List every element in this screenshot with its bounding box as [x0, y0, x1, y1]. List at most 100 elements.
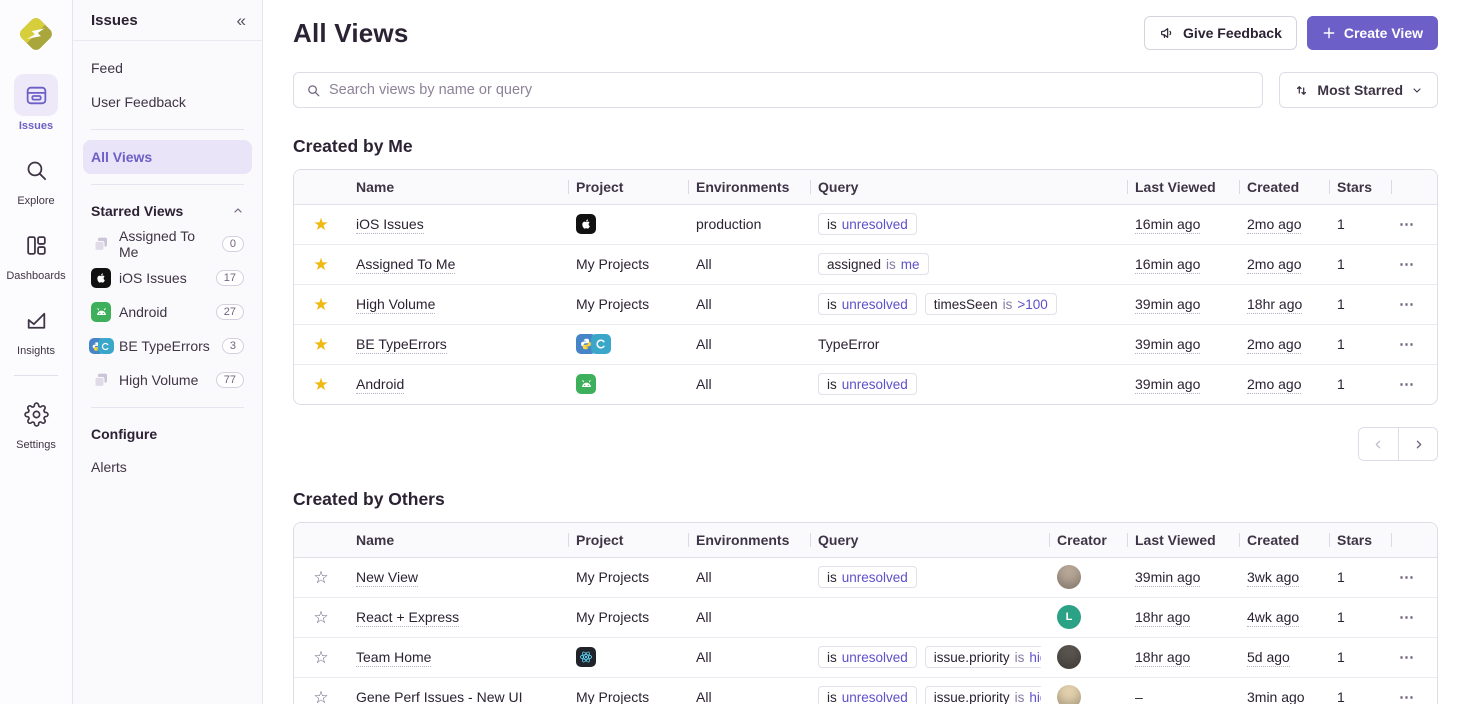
creator-avatar [1057, 685, 1081, 704]
view-name-link[interactable]: Gene Perf Issues - New UI [356, 689, 523, 704]
created-value: 18hr ago [1247, 296, 1302, 314]
sidebar-body: Feed User Feedback All Views Starred View… [73, 41, 262, 484]
query-token: is [827, 690, 837, 704]
star-toggle[interactable]: ★ [313, 295, 328, 314]
name-cell: React + Express [348, 597, 568, 637]
row-actions-button[interactable]: ⋯ [1399, 337, 1416, 352]
sort-dropdown[interactable]: Most Starred [1279, 72, 1438, 108]
view-name-link[interactable]: React + Express [356, 609, 459, 627]
name-cell: High Volume [348, 284, 568, 324]
query-cell: isunresolvedtimesSeenis>100 [810, 284, 1127, 324]
environments-cell: All [688, 324, 810, 364]
sidebar-item-feed[interactable]: Feed [83, 51, 252, 85]
query-token: unresolved [842, 570, 908, 585]
star-toggle[interactable]: ★ [313, 215, 328, 234]
page-header: All Views Give Feedback Create View [293, 16, 1438, 50]
stars-cell: 1 [1329, 597, 1391, 637]
sidebar-title: Issues [91, 12, 138, 29]
row-actions-button[interactable]: ⋯ [1399, 610, 1416, 625]
view-row: ★iOS Issuesproductionisunresolved16min a… [294, 204, 1437, 244]
starred-view-high-volume[interactable]: High Volume77 [83, 363, 252, 397]
view-name-link[interactable]: New View [356, 569, 418, 587]
apple-project-icon [91, 268, 111, 288]
starred-view-ios-issues[interactable]: iOS Issues17 [83, 261, 252, 295]
give-feedback-button[interactable]: Give Feedback [1144, 16, 1297, 50]
rail-item-explore[interactable]: Explore [4, 149, 68, 207]
starred-view-assigned-to-me[interactable]: Assigned To Me0 [83, 227, 252, 261]
view-name-link[interactable]: Assigned To Me [356, 256, 455, 274]
view-name-link[interactable]: Android [356, 376, 404, 394]
create-view-button[interactable]: Create View [1307, 16, 1438, 50]
stars-cell: 1 [1329, 284, 1391, 324]
last-viewed-value: 18hr ago [1135, 609, 1190, 627]
rail-items: Issues Explore Dashboards Insights [4, 57, 68, 357]
project-cell [568, 637, 688, 677]
column-header-stars: Stars [1329, 523, 1391, 557]
sidebar-item-label: Feed [91, 60, 123, 76]
sidebar-item-all-views[interactable]: All Views [83, 140, 252, 174]
created-cell: 18hr ago [1239, 284, 1329, 324]
rail-item-settings[interactable]: Settings [4, 393, 68, 451]
query-cell: assignedisme [810, 244, 1127, 284]
rail-item-dashboards[interactable]: Dashboards [4, 224, 68, 282]
collapse-sidebar-button[interactable]: « [235, 10, 248, 31]
star-toggle[interactable]: ☆ [313, 648, 328, 667]
view-name-link[interactable]: BE TypeErrors [356, 336, 447, 354]
sidebar-header: Issues « [73, 0, 262, 41]
stars-cell: 1 [1329, 244, 1391, 284]
view-name-link[interactable]: Team Home [356, 649, 431, 667]
query-token: issue.priority [934, 690, 1010, 704]
row-actions-button[interactable]: ⋯ [1399, 377, 1416, 392]
last-viewed-cell: 18hr ago [1127, 597, 1239, 637]
rail-item-issues[interactable]: Issues [4, 74, 68, 132]
android-project-icon [576, 374, 596, 394]
last-viewed-value: 16min ago [1135, 216, 1200, 234]
star-toggle[interactable]: ☆ [313, 608, 328, 627]
view-name-link[interactable]: High Volume [356, 296, 435, 314]
query-cell: isunresolved [810, 204, 1127, 244]
query-token: is [827, 377, 837, 392]
sidebar-item-alerts[interactable]: Alerts [83, 450, 252, 484]
starred-view-android[interactable]: Android27 [83, 295, 252, 329]
sidebar-item-user-feedback[interactable]: User Feedback [83, 85, 252, 119]
sentry-logo[interactable] [13, 11, 59, 57]
row-actions-button[interactable]: ⋯ [1399, 217, 1416, 232]
stars-cell: 1 [1329, 204, 1391, 244]
row-actions-button[interactable]: ⋯ [1399, 257, 1416, 272]
project-cell: My Projects [568, 557, 688, 597]
header-actions: Give Feedback Create View [1144, 16, 1438, 50]
row-actions-button[interactable]: ⋯ [1399, 570, 1416, 585]
last-viewed-cell: 39min ago [1127, 284, 1239, 324]
star-toggle[interactable]: ☆ [313, 568, 328, 587]
created-value: 2mo ago [1247, 256, 1301, 274]
row-actions-button[interactable]: ⋯ [1399, 297, 1416, 312]
last-viewed-cell: 39min ago [1127, 324, 1239, 364]
issues-icon [14, 74, 58, 116]
chevron-up-icon [232, 205, 244, 217]
rail-item-insights[interactable]: Insights [4, 299, 68, 357]
star-toggle[interactable]: ★ [313, 255, 328, 274]
plus-icon [1322, 26, 1336, 40]
last-viewed-cell: 16min ago [1127, 204, 1239, 244]
creator-avatar [1057, 565, 1081, 589]
star-toggle[interactable]: ★ [313, 335, 328, 354]
row-actions-button[interactable]: ⋯ [1399, 650, 1416, 665]
project-label: My Projects [576, 256, 649, 272]
starred-view-be-typeerrors[interactable]: BE TypeErrors3 [83, 329, 252, 363]
python-pair-icon [91, 336, 111, 356]
views-table: NameProjectEnvironmentsQueryCreatorLast … [294, 523, 1437, 704]
created-cell: 2mo ago [1239, 324, 1329, 364]
previous-page-button[interactable] [1359, 428, 1398, 460]
row-actions-button[interactable]: ⋯ [1399, 690, 1416, 704]
star-toggle[interactable]: ☆ [313, 688, 328, 704]
last-viewed-value: 18hr ago [1135, 649, 1190, 667]
next-page-button[interactable] [1398, 428, 1437, 460]
query-cell: isunresolved [810, 364, 1127, 404]
star-column-header [294, 523, 348, 557]
view-name-link[interactable]: iOS Issues [356, 216, 424, 234]
star-toggle[interactable]: ★ [313, 375, 328, 394]
query-chip: issue.priorityishigh [925, 686, 1041, 704]
starred-views-header[interactable]: Starred Views [83, 195, 252, 227]
rail-item-label: Explore [17, 195, 54, 207]
search-input[interactable] [329, 82, 1250, 98]
